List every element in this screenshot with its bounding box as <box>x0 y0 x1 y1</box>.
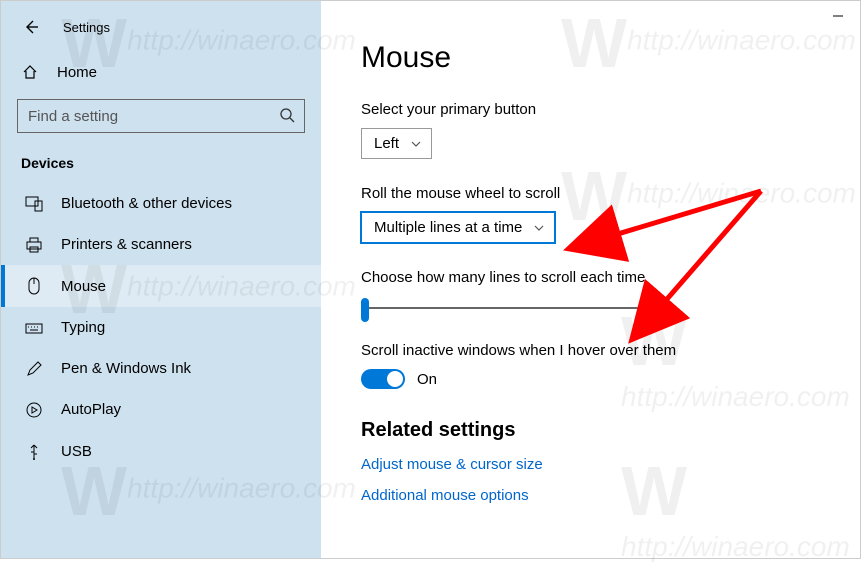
toggle-knob <box>387 371 403 387</box>
sidebar-item-label: AutoPlay <box>61 401 121 418</box>
sidebar-item-pen[interactable]: Pen & Windows Ink <box>1 348 321 389</box>
devices-icon <box>25 196 43 212</box>
home-label: Home <box>57 64 97 81</box>
sidebar-item-home[interactable]: Home <box>1 53 321 91</box>
inactive-windows-label: Scroll inactive windows when I hover ove… <box>361 342 860 359</box>
link-adjust-cursor[interactable]: Adjust mouse & cursor size <box>361 456 860 473</box>
dropdown-value: Left <box>374 135 399 152</box>
search-input[interactable] <box>17 99 305 133</box>
keyboard-icon <box>25 321 43 335</box>
search-icon <box>279 107 295 128</box>
primary-button-dropdown[interactable]: Left <box>361 128 432 159</box>
lines-scroll-label: Choose how many lines to scroll each tim… <box>361 269 860 286</box>
printer-icon <box>25 237 43 253</box>
slider-thumb[interactable] <box>361 298 369 322</box>
sidebar-item-autoplay[interactable]: AutoPlay <box>1 389 321 430</box>
wheel-scroll-dropdown[interactable]: Multiple lines at a time <box>361 212 555 243</box>
lines-scroll-slider[interactable] <box>361 296 651 320</box>
nav-list: Bluetooth & other devices Printers & sca… <box>1 183 321 472</box>
autoplay-icon <box>25 402 43 418</box>
dropdown-value: Multiple lines at a time <box>374 219 522 236</box>
section-header: Devices <box>1 149 321 183</box>
slider-track <box>361 307 651 309</box>
page-title: Mouse <box>361 41 860 75</box>
arrow-left-icon <box>22 18 40 36</box>
sidebar-item-bluetooth[interactable]: Bluetooth & other devices <box>1 183 321 224</box>
sidebar-item-label: Pen & Windows Ink <box>61 360 191 377</box>
sidebar-item-label: Mouse <box>61 278 106 295</box>
sidebar: Settings Home Devices Bluetooth & other … <box>1 1 321 558</box>
sidebar-item-label: USB <box>61 443 92 460</box>
home-icon <box>21 63 39 81</box>
sidebar-item-printers[interactable]: Printers & scanners <box>1 224 321 265</box>
sidebar-item-label: Printers & scanners <box>61 236 192 253</box>
link-additional-options[interactable]: Additional mouse options <box>361 487 860 504</box>
sidebar-item-typing[interactable]: Typing <box>1 307 321 348</box>
sidebar-item-mouse[interactable]: Mouse <box>1 265 321 307</box>
mouse-icon <box>25 277 43 295</box>
sidebar-item-label: Typing <box>61 319 105 336</box>
primary-button-label: Select your primary button <box>361 101 860 118</box>
minimize-icon <box>832 10 844 22</box>
toggle-state-label: On <box>417 371 437 388</box>
back-button[interactable] <box>21 17 41 37</box>
content-area: Mouse Select your primary button Left Ro… <box>321 1 860 558</box>
usb-icon <box>25 442 43 460</box>
app-title: Settings <box>63 20 110 35</box>
chevron-down-icon <box>534 223 544 233</box>
minimize-button[interactable] <box>832 9 844 25</box>
inactive-windows-toggle[interactable] <box>361 369 405 389</box>
wheel-scroll-label: Roll the mouse wheel to scroll <box>361 185 860 202</box>
pen-icon <box>25 361 43 377</box>
sidebar-item-usb[interactable]: USB <box>1 430 321 472</box>
sidebar-item-label: Bluetooth & other devices <box>61 195 232 212</box>
related-settings-header: Related settings <box>361 419 860 442</box>
chevron-down-icon <box>411 139 421 149</box>
